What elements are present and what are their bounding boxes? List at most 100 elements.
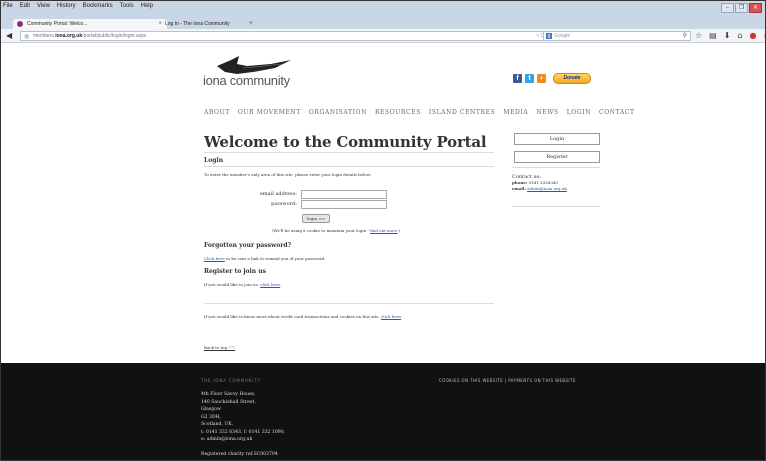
email-field[interactable] [301, 190, 387, 199]
address-line: G2 3DH, [201, 414, 222, 420]
tab-label: Community Portal: Welco... [27, 21, 88, 27]
address-line: Scotland, UK. [201, 422, 234, 427]
register-desc: If you would like to join us, [204, 282, 261, 287]
credit-card-desc: If you would like to know more about cre… [204, 314, 382, 319]
forgot-password-link[interactable]: Click here [204, 256, 225, 261]
cookie-note: (We'll be using a cookie to maintain you… [272, 228, 400, 233]
email-label: email address: [259, 191, 297, 197]
favicon-icon [17, 21, 23, 27]
login-button[interactable]: login >> [302, 214, 330, 223]
nav-resources[interactable]: RESOURCES [375, 109, 421, 116]
back-to-top-link[interactable]: Back to top ^^ [204, 345, 235, 350]
twitter-icon[interactable]: t [525, 74, 534, 83]
nav-login[interactable]: LOGIN [567, 109, 591, 116]
url-domain: iona.org.uk [55, 33, 83, 39]
tab-strip: Community Portal: Welco... × Log In - Th… [1, 17, 765, 29]
contact-email-link[interactable]: admin@iona.org.uk [527, 186, 567, 191]
cookie-note-prefix: (We'll be using a cookie to maintain you… [272, 228, 371, 233]
menu-file[interactable]: File [3, 3, 13, 9]
password-label: password: [271, 201, 297, 207]
address-line: Glasgow [201, 407, 221, 412]
search-icon[interactable]: ⚲ [683, 32, 687, 40]
phone-label: phone: [512, 180, 528, 185]
address-line: 140 Sauchiehall Street, [201, 399, 256, 405]
charity-number: Registered charity ref.SC003794 [201, 452, 278, 457]
bookmarks-menu-icon[interactable]: ▤ [709, 31, 717, 40]
divider [512, 167, 600, 168]
credit-card-link[interactable]: click here [381, 314, 401, 319]
tab-community-portal[interactable]: Community Portal: Welco... × [13, 19, 167, 29]
divider [204, 152, 494, 153]
sidebar-register-button[interactable]: Register [514, 151, 600, 163]
nav-organisation[interactable]: ORGANISATION [309, 109, 367, 116]
login-heading: Login [204, 157, 224, 164]
address-line: e: admin@iona.org.uk [201, 437, 253, 442]
contact-box: Contact us: phone: 0141 3326343 email: a… [512, 174, 567, 192]
donate-button[interactable]: Donate [553, 73, 591, 84]
menu-bookmarks[interactable]: Bookmarks [83, 3, 113, 9]
phone-value: 0141 3326343 [528, 180, 558, 185]
nav-news[interactable]: NEWS [536, 109, 558, 116]
login-intro: To enter the member's only area of this … [204, 172, 372, 177]
tab-label: Log In - The Iona Community [165, 21, 230, 27]
register-text: If you would like to join us, click here… [204, 282, 281, 287]
footer-links[interactable]: COOKIES ON THIS WEBSITE | PAYMENTS ON TH… [439, 378, 576, 383]
divider [204, 166, 494, 167]
register-heading: Register to join us [204, 268, 267, 275]
nav-about[interactable]: ABOUT [204, 109, 230, 116]
menu-bar: File Edit View History Bookmarks Tools H… [3, 3, 153, 9]
cookie-note-suffix: .) [397, 228, 401, 233]
forgot-password-text: Click here to be sent a link to remind y… [204, 256, 326, 261]
social-links: f t ◗ Donate [513, 73, 591, 84]
toolbar-icons: ☆ ▤ ⬇ ⌂ ● ≡ [695, 31, 765, 40]
main-nav: ABOUT OUR MOVEMENT ORGANISATION RESOURCE… [204, 109, 635, 116]
contact-email: email: admin@iona.org.uk [512, 186, 567, 192]
tab-iona-login[interactable]: Log In - The Iona Community + [151, 19, 253, 29]
menu-history[interactable]: History [57, 3, 76, 9]
nav-contact[interactable]: CONTACT [599, 109, 635, 116]
credit-card-suffix: . [401, 314, 403, 319]
sidebar-login-button[interactable]: Login [514, 133, 600, 145]
divider [204, 303, 494, 304]
email-label-side: email: [512, 186, 526, 191]
forgot-password-heading: Forgotten your password? [204, 242, 292, 249]
bookmark-star-icon[interactable]: ☆ [695, 31, 702, 40]
nav-media[interactable]: MEDIA [503, 109, 528, 116]
home-icon[interactable]: ⌂ [737, 31, 742, 40]
forgot-password-desc: to be sent a link to remind you of your … [224, 256, 326, 261]
footer-heading: THE IONA COMMUNITY [201, 378, 261, 383]
register-suffix: . [280, 282, 282, 287]
footer-address: 4th Floor Savoy House, 140 Sauchiehall S… [201, 391, 285, 444]
logo-wordmark: iona community [203, 73, 290, 88]
address-line: t: 0141 332 6343. f: 0141 332 1090. [201, 429, 286, 435]
close-window-button[interactable]: ✕ [749, 3, 762, 13]
search-placeholder: Google [554, 33, 571, 39]
nav-our-movement[interactable]: OUR MOVEMENT [238, 109, 301, 116]
password-field[interactable] [301, 200, 387, 209]
menu-help[interactable]: Help [141, 3, 153, 9]
adblock-icon[interactable]: ● [750, 31, 757, 40]
register-link[interactable]: click here [260, 282, 280, 287]
minimize-button[interactable]: – [721, 3, 734, 13]
new-tab-icon[interactable]: + [249, 19, 253, 29]
menu-tools[interactable]: Tools [120, 3, 134, 9]
menu-edit[interactable]: Edit [20, 3, 30, 9]
download-icon[interactable]: ⬇ [724, 31, 731, 40]
nav-island-centres[interactable]: ISLAND CENTRES [429, 109, 495, 116]
globe-icon: ◍ [24, 34, 30, 40]
page-title: Welcome to the Community Portal [204, 133, 487, 151]
find-out-more-link[interactable]: find out more [370, 228, 397, 233]
window-controls: – ❐ ✕ [721, 3, 762, 13]
browser-window: File Edit View History Bookmarks Tools H… [0, 0, 766, 461]
rss-icon[interactable]: ◗ [537, 74, 546, 83]
back-arrow-icon[interactable]: ◀ [6, 31, 12, 40]
url-field[interactable]: ◍ members.iona.org.uk/portal/public/logi… [20, 31, 549, 41]
maximize-button[interactable]: ❐ [735, 3, 748, 13]
navigation-toolbar: ◀ ◍ members.iona.org.uk/portal/public/lo… [1, 29, 765, 43]
url-prefix: members. [33, 33, 56, 39]
search-input[interactable]: g Google ⚲ [543, 31, 691, 41]
facebook-icon[interactable]: f [513, 74, 522, 83]
menu-view[interactable]: View [37, 3, 50, 9]
url-path: /portal/public/login/login.aspx [82, 33, 147, 39]
iona-logo[interactable]: iona community [201, 56, 291, 96]
